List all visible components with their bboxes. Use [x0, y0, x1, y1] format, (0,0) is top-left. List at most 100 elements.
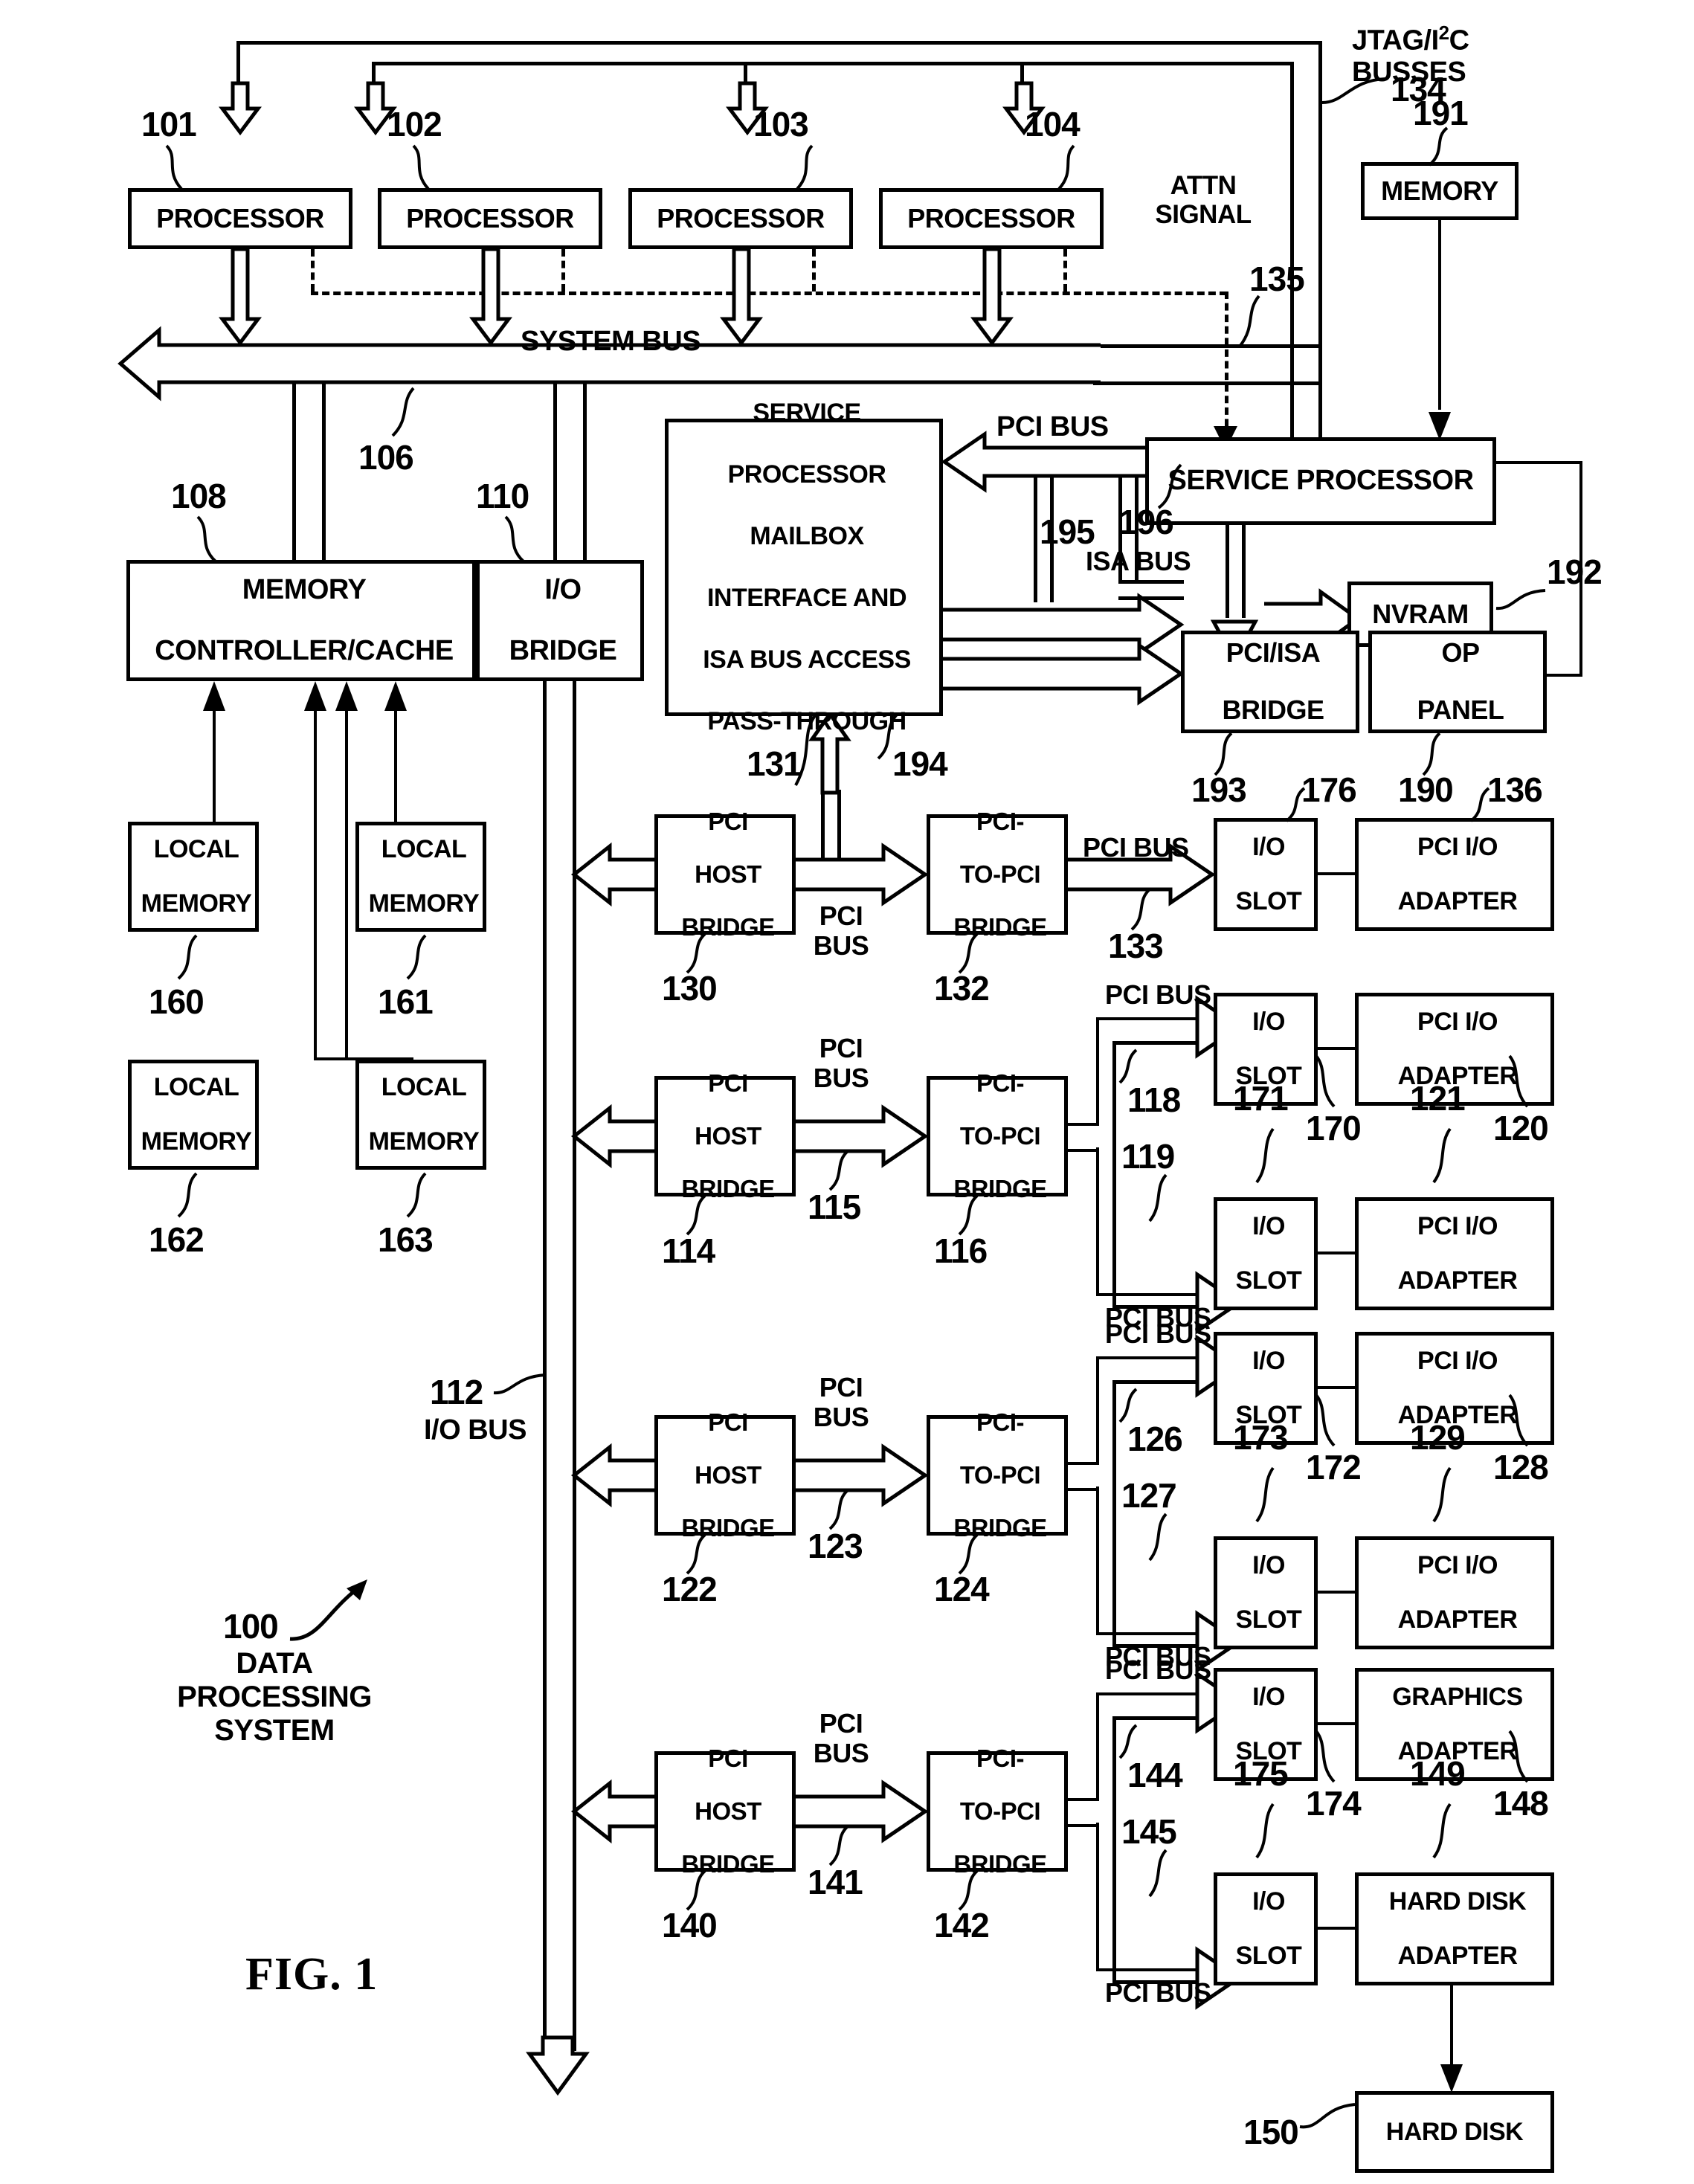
- host-bridge-122-line1: PCI: [708, 1408, 748, 1436]
- figure-caption: FIG. 1: [245, 1949, 379, 2000]
- numeral-123: 123: [808, 1527, 863, 1565]
- leader-174: [1309, 1730, 1342, 1783]
- io-slot-176-line2: SLOT: [1235, 887, 1302, 916]
- local-memory-box-163: LOCAL MEMORY: [355, 1060, 486, 1170]
- ptp-bridge-label-142: PCI- TO-PCI BRIDGE: [930, 1745, 1064, 1878]
- local-memory-box-162: LOCAL MEMORY: [128, 1060, 259, 1170]
- graphics-adapter-line1: GRAPHICS: [1392, 1682, 1523, 1711]
- leader-128: [1502, 1394, 1535, 1447]
- system-bus-bottom-rail-right: [1093, 381, 1321, 385]
- numeral-132: 132: [934, 969, 990, 1008]
- host-bridge-140-line1: PCI: [708, 1744, 748, 1772]
- leader-120: [1502, 1054, 1535, 1108]
- ptp-bridge-label-132: PCI- TO-PCI BRIDGE: [930, 808, 1064, 941]
- leader-171: [1252, 1127, 1282, 1184]
- attn-label-line2: SIGNAL: [1155, 200, 1252, 230]
- ptp-bridge-label-124: PCI- TO-PCI BRIDGE: [930, 1409, 1064, 1542]
- numeral-112: 112: [430, 1373, 483, 1411]
- numeral-192: 192: [1547, 553, 1603, 591]
- system-label-line3: SYSTEM: [214, 1713, 335, 1747]
- numeral-191: 191: [1413, 94, 1469, 132]
- jtag-rail-outer-top: [236, 41, 1322, 45]
- numeral-175: 175: [1233, 1754, 1289, 1793]
- io-bus-label: I/O BUS: [424, 1414, 526, 1446]
- numeral-102: 102: [387, 105, 442, 144]
- row2-bus-word: BUS: [813, 1063, 869, 1094]
- row2-fan-up: [1096, 1017, 1099, 1124]
- processor-box-103: PROCESSOR: [628, 188, 853, 249]
- io-slot-box-176: I/O SLOT: [1214, 818, 1318, 931]
- ptp-132-line1: PCI-: [976, 807, 1025, 835]
- io-slot-171-line1: I/O: [1252, 1007, 1285, 1036]
- row3-fan-up: [1096, 1356, 1099, 1463]
- service-processor-mailbox-box: SERVICE PROCESSOR MAILBOX INTERFACE AND …: [665, 399, 943, 735]
- processor-box-104: PROCESSOR: [879, 188, 1104, 249]
- leader-129: [1429, 1466, 1459, 1523]
- jtag-label-part2: C: [1449, 25, 1469, 57]
- row1-slot-pci-bus-label: PCI BUS: [1083, 832, 1189, 863]
- leader-170-from-slot: [1309, 1054, 1342, 1108]
- row4-host-to-iobus-arrow: [570, 1779, 656, 1844]
- local-memory-label-161: LOCAL MEMORY: [359, 836, 483, 918]
- numeral-141: 141: [808, 1863, 863, 1901]
- mailbox-line-4: INTERFACE AND: [706, 583, 907, 612]
- numeral-116: 116: [934, 1231, 988, 1270]
- io-slot-label-170: I/O SLOT: [1217, 1213, 1314, 1295]
- host-bridge-140-line3: BRIDGE: [681, 1850, 775, 1878]
- localmem163-link: [345, 710, 348, 1060]
- row2-host-to-iobus-arrow: [570, 1104, 656, 1169]
- leader-149: [1429, 1803, 1459, 1859]
- sp-to-mailbox-arrow: [941, 431, 1166, 493]
- numeral-190: 190: [1398, 770, 1454, 809]
- row3-slot-top-bus-label: PCI BUS: [1105, 1318, 1211, 1349]
- processor-label-101: PROCESSOR: [156, 202, 324, 233]
- pci-io-adapter-label-120: PCI I/O ADAPTER: [1359, 1213, 1550, 1295]
- jtag-rail-inner-top: [372, 62, 1294, 65]
- adapter-128-line1: PCI I/O: [1417, 1550, 1498, 1579]
- numeral-162: 162: [149, 1220, 204, 1259]
- numeral-124: 124: [934, 1570, 990, 1608]
- numeral-120: 120: [1493, 1109, 1549, 1147]
- mailbox-to-pciisa-arrow-1: [943, 593, 1185, 657]
- pci-to-pci-bridge-box-124: PCI- TO-PCI BRIDGE: [927, 1409, 1068, 1542]
- row1-pci-word: PCI: [819, 901, 863, 931]
- io-slot-label-176: I/O SLOT: [1217, 834, 1314, 915]
- numeral-176: 176: [1301, 770, 1357, 809]
- io-slot-label-172: I/O SLOT: [1217, 1552, 1314, 1634]
- adapter-120-line2: ADAPTER: [1397, 1266, 1518, 1295]
- row2-pci-word: PCI: [819, 1033, 863, 1063]
- numeral-160: 160: [149, 982, 204, 1021]
- io-slot-box-174: I/O SLOT: [1214, 1872, 1318, 1985]
- host-bridge-130-line3: BRIDGE: [681, 913, 775, 941]
- numeral-129: 129: [1410, 1418, 1466, 1457]
- numeral-122: 122: [662, 1570, 718, 1608]
- leader-119: [1145, 1173, 1175, 1223]
- leader-145: [1145, 1849, 1175, 1898]
- leader-121: [1429, 1127, 1459, 1184]
- drop-to-memory-controller: [292, 381, 296, 560]
- row4-fan-down: [1096, 1823, 1099, 1971]
- row3-host-to-ptp-arrow: [796, 1443, 929, 1507]
- io-slot-172-line1: I/O: [1252, 1550, 1285, 1579]
- io-slot-174-line1: I/O: [1252, 1887, 1285, 1916]
- sp-to-pciisa-stem-a: [1226, 525, 1229, 618]
- row4-fan-stub-top: [1068, 1798, 1099, 1801]
- memory-to-sp-link: [1438, 220, 1441, 410]
- jtag-label-part1: JTAG/I: [1352, 25, 1439, 57]
- numeral-131: 131: [747, 744, 802, 783]
- adapter-136-line1: PCI I/O: [1417, 832, 1498, 861]
- leader-191: [1425, 126, 1458, 167]
- numeral-128: 128: [1493, 1448, 1549, 1486]
- row4-slot-bot-adapter-link: [1318, 1927, 1355, 1930]
- numeral-193: 193: [1191, 770, 1247, 809]
- mailbox-line-2: PROCESSOR: [727, 460, 886, 489]
- localmem161-arrowhead: [384, 681, 408, 714]
- numeral-126: 126: [1127, 1420, 1183, 1458]
- attn-signal-label: ATTN SIGNAL: [1144, 171, 1263, 229]
- processor-label-103: PROCESSOR: [657, 202, 825, 233]
- numeral-101: 101: [141, 105, 197, 144]
- p3-to-systembus-arrow: [720, 247, 763, 347]
- numeral-173: 173: [1233, 1418, 1289, 1457]
- host-bridge-label-140: PCI HOST BRIDGE: [658, 1745, 792, 1878]
- attn-tap-p1: [311, 249, 315, 291]
